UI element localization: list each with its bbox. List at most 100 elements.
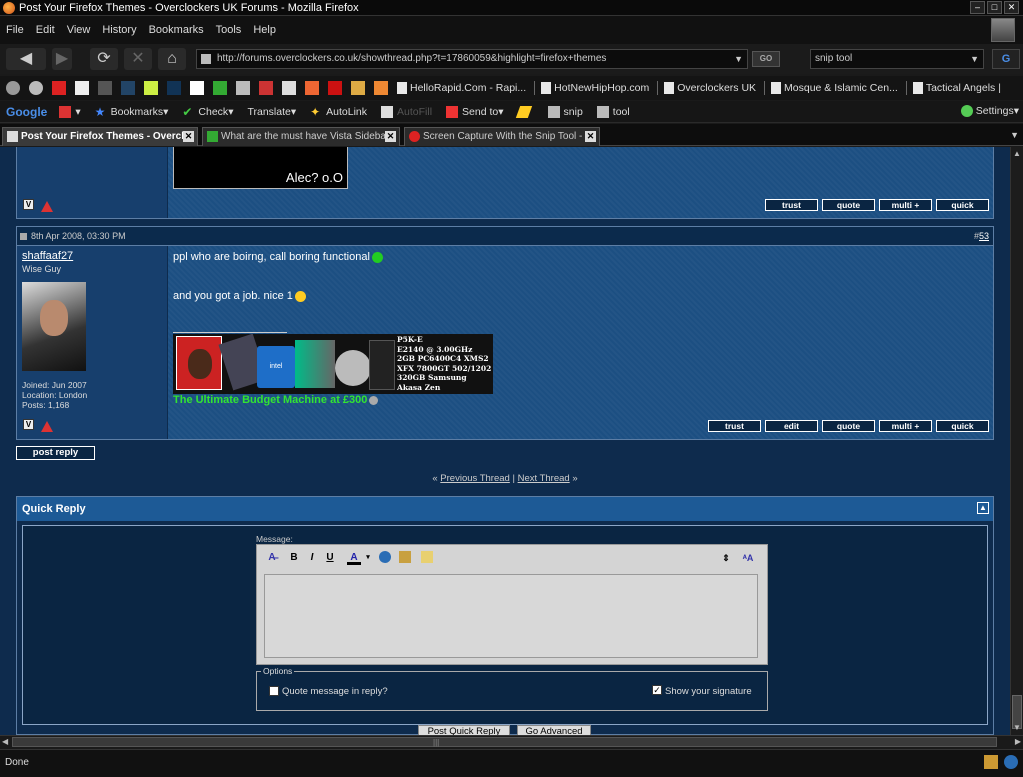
bookmark-icon[interactable] — [29, 81, 43, 95]
vertical-scrollbar[interactable]: ▲ ▼ — [1010, 147, 1023, 735]
bookmark-mosque[interactable]: Mosque & Islamic Cen... — [771, 82, 898, 94]
maximize-button[interactable]: □ — [987, 1, 1002, 14]
menu-view[interactable]: View — [67, 24, 91, 36]
menu-file[interactable]: File — [6, 24, 24, 36]
menu-history[interactable]: History — [102, 24, 136, 36]
post-quick-reply-button[interactable]: Post Quick Reply — [418, 725, 510, 735]
horizontal-scrollbar[interactable]: ◀ ||| ▶ — [0, 735, 1023, 748]
bookmark-icon[interactable] — [98, 81, 112, 95]
google-logo[interactable]: Google — [6, 105, 47, 119]
google-bookmarks-button[interactable]: ★ Bookmarks ▾ — [95, 106, 169, 118]
tab-snip-tool[interactable]: Screen Capture With the Snip Tool - ... … — [404, 127, 600, 146]
edit-button[interactable]: edit — [765, 420, 818, 432]
scroll-right-icon[interactable]: ▶ — [1015, 737, 1021, 746]
close-button[interactable]: ✕ — [1004, 1, 1019, 14]
tab-list-icon[interactable]: ▼ — [1010, 130, 1019, 140]
tab-close-icon[interactable]: ✕ — [585, 131, 596, 142]
quote-button[interactable]: quote — [822, 199, 875, 211]
bold-icon[interactable]: B — [287, 551, 301, 565]
bookmark-icon[interactable] — [167, 81, 181, 95]
bookmark-tactical-angels[interactable]: Tactical Angels | — [912, 82, 1001, 94]
skype-icon[interactable] — [1004, 755, 1018, 769]
multi-quote-button[interactable]: multi + — [879, 199, 932, 211]
bookmark-overclockers[interactable]: Overclockers UK — [664, 82, 756, 94]
bookmark-icon[interactable] — [6, 81, 20, 95]
menu-bookmarks[interactable]: Bookmarks — [149, 24, 204, 36]
search-input[interactable]: snip tool ▼ — [810, 49, 984, 69]
message-textarea[interactable] — [264, 574, 758, 658]
menu-help[interactable]: Help — [253, 24, 276, 36]
switch-mode-icon[interactable]: ᴬA — [741, 551, 755, 565]
minimize-button[interactable]: – — [970, 1, 985, 14]
addon-status-icon[interactable] — [984, 755, 998, 769]
search-engine-button[interactable]: G — [992, 49, 1020, 69]
quote-button[interactable]: quote — [822, 420, 875, 432]
google-autolink-button[interactable]: ✦ AutoLink — [310, 106, 367, 118]
back-button[interactable]: ◀ — [6, 48, 46, 70]
go-button[interactable]: GO — [752, 51, 780, 67]
report-warning-icon[interactable] — [41, 421, 53, 432]
post-number-link[interactable]: 53 — [979, 231, 989, 241]
bookmark-icon[interactable] — [374, 81, 388, 95]
tab-close-icon[interactable]: ✕ — [385, 131, 396, 142]
collapse-icon[interactable]: ▲ — [977, 502, 989, 514]
tab-vista-sidebar[interactable]: What are the must have Vista Sideba... ✕ — [202, 127, 400, 146]
stop-button[interactable]: ✕ — [124, 48, 152, 70]
google-sendto-button[interactable]: Send to ▾ — [446, 105, 504, 118]
post-reply-button[interactable]: post reply — [16, 446, 95, 460]
search-term-tool[interactable]: tool — [596, 105, 630, 118]
bookmark-icon[interactable] — [282, 81, 296, 95]
bookmark-icon[interactable] — [328, 81, 342, 95]
insert-link-icon[interactable] — [379, 551, 391, 563]
bookmark-icon[interactable] — [305, 81, 319, 95]
bookmark-hotnewhiphop[interactable]: HotNewHipHop.com — [541, 82, 649, 94]
post-username[interactable]: shaffaaf27 — [22, 250, 73, 262]
next-thread-link[interactable]: Next Thread — [518, 473, 570, 484]
report-warning-icon[interactable] — [41, 201, 53, 212]
google-autofill-button[interactable]: AutoFill — [381, 105, 432, 118]
text-color-icon[interactable]: A — [347, 551, 361, 565]
scroll-up-icon[interactable]: ▲ — [1013, 149, 1021, 158]
google-check-button[interactable]: ✔ Check ▾ — [182, 106, 233, 118]
underline-icon[interactable]: U — [323, 551, 337, 565]
search-term-snip[interactable]: snip — [547, 105, 583, 118]
google-settings-button[interactable]: Settings ▾ — [960, 105, 1019, 117]
multi-quote-button[interactable]: multi + — [879, 420, 932, 432]
view-profile-icon[interactable]: V — [23, 419, 34, 430]
show-signature-checkbox[interactable]: ✓ — [652, 685, 662, 695]
remove-format-icon[interactable]: A̶ — [265, 551, 279, 565]
google-translate-button[interactable]: Translate ▾ — [247, 106, 296, 118]
view-profile-icon[interactable]: V — [23, 199, 34, 210]
quick-reply-button[interactable]: quick — [936, 199, 989, 211]
bookmark-icon[interactable] — [236, 81, 250, 95]
go-advanced-button[interactable]: Go Advanced — [517, 725, 591, 735]
bookmark-hellorapid[interactable]: HelloRapid.Com - Rapi... — [397, 82, 526, 94]
url-dropdown-icon[interactable]: ▼ — [734, 50, 743, 68]
tab-firefox-themes[interactable]: Post Your Firefox Themes - Overcl... ✕ — [2, 127, 198, 146]
bookmark-icon[interactable] — [190, 81, 204, 95]
menu-tools[interactable]: Tools — [216, 24, 242, 36]
bookmark-icon[interactable] — [213, 81, 227, 95]
tab-close-icon[interactable]: ✕ — [183, 131, 194, 142]
bookmark-icon[interactable] — [351, 81, 365, 95]
resize-icon[interactable]: ⇕ — [719, 551, 733, 565]
bookmark-icon[interactable] — [75, 81, 89, 95]
quick-reply-button[interactable]: quick — [936, 420, 989, 432]
horizontal-scroll-thumb[interactable]: ||| — [12, 737, 997, 747]
scroll-left-icon[interactable]: ◀ — [2, 737, 8, 746]
color-dropdown-icon[interactable]: ▾ — [361, 551, 375, 565]
url-bar[interactable]: http://forums.overclockers.co.uk/showthr… — [196, 49, 748, 69]
previous-thread-link[interactable]: Previous Thread — [440, 473, 510, 484]
search-dropdown-icon[interactable]: ▼ — [970, 50, 979, 68]
trust-button[interactable]: trust — [765, 199, 818, 211]
home-button[interactable]: ⌂ — [158, 48, 186, 70]
bookmark-icon[interactable] — [259, 81, 273, 95]
scroll-down-icon[interactable]: ▼ — [1013, 723, 1021, 732]
bookmark-icon[interactable] — [52, 81, 66, 95]
quote-message-checkbox[interactable] — [269, 686, 279, 696]
trust-button[interactable]: trust — [708, 420, 761, 432]
menu-edit[interactable]: Edit — [36, 24, 55, 36]
italic-icon[interactable]: I — [305, 551, 319, 565]
forward-button[interactable]: ▶ — [52, 48, 72, 70]
bookmark-icon[interactable] — [121, 81, 135, 95]
